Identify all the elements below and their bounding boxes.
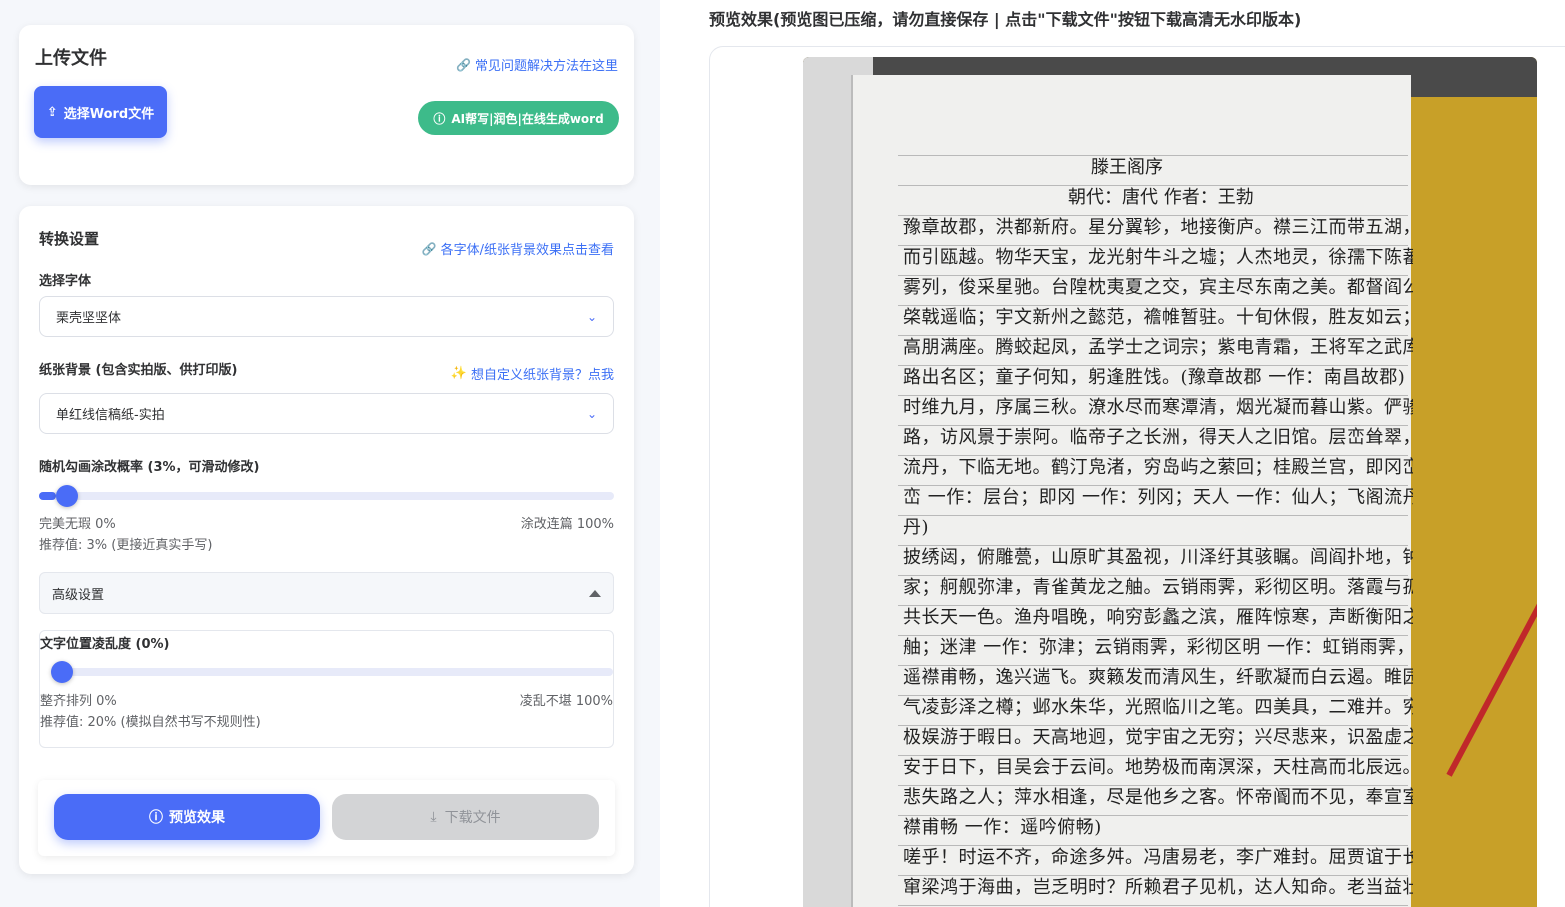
scribble-slider-thumb[interactable]	[55, 485, 78, 507]
messiness-min-label: 整齐排列 0%	[40, 694, 117, 709]
ai-write-button[interactable]: ⓘ AI帮写|润色|在线生成word	[418, 101, 619, 135]
handwritten-line: 悲失路之人；萍水相逢，尽是他乡之客。怀帝阍而不见，奉宣室以何年？(遥	[903, 787, 1413, 808]
messiness-recommend: 推荐值: 20% (模拟自然书写不规则性)	[40, 715, 261, 730]
upload-title: 上传文件	[35, 48, 107, 69]
photo-bookmark-cord	[1446, 597, 1537, 777]
messiness-slider[interactable]	[51, 661, 613, 683]
paper-label: 纸张背景 (包含实拍版、供打印版)	[39, 363, 238, 378]
handwritten-line: 遥襟甫畅，逸兴遄飞。爽籁发而清风生，纤歌凝而白云遏。睢园绿竹，	[903, 667, 1413, 688]
handwritten-line: 家；舸舰弥津，青雀黄龙之舳。云销雨霁，彩彻区明。落霞与孤鹜齐飞，秋水	[903, 577, 1413, 598]
ruled-line	[898, 905, 1408, 906]
handwritten-line: 豫章故郡，洪都新府。星分翼轸，地接衡庐。襟三江而带五湖，控蛮荆	[903, 217, 1413, 238]
paper-select-value: 单红线信稿纸-实拍	[56, 408, 165, 423]
download-button-label: 下载文件	[444, 810, 501, 826]
font-effect-link-label: 各字体/纸张背景效果点击查看	[440, 243, 614, 258]
handwritten-line: 时维九月，序属三秋。潦水尽而寒潭清，烟光凝而暮山紫。俨骖騑于上	[903, 397, 1413, 418]
download-icon: ⤓	[430, 809, 437, 825]
info-circle-icon: ⓘ	[149, 810, 163, 826]
scribble-slider[interactable]	[39, 485, 614, 507]
scribble-recommend: 推荐值: 3% (更接近真实手写)	[39, 538, 213, 553]
handwritten-line: 高朋满座。腾蛟起凤，孟学士之词宗；紫电青霜，王将军之武库。家君作宰，	[903, 337, 1413, 358]
advanced-settings-panel: 文字位置凌乱度 (0%) 整齐排列 0% 凌乱不堪 100% 推荐值: 20% …	[39, 630, 614, 748]
preview-title: 预览效果(预览图已压缩，请勿直接保存 | 点击"下载文件"按钮下载高清无水印版本…	[709, 10, 1302, 29]
handwritten-line: 襟甫畅 一作：遥吟俯畅)	[903, 817, 1102, 838]
handwritten-line: 雾列，俊采星驰。台隍枕夷夏之交，宾主尽东南之美。都督阎公之雅望，	[903, 277, 1413, 298]
font-select[interactable]: 栗壳坚坚体 ⌄	[39, 296, 614, 337]
font-label: 选择字体	[39, 274, 92, 289]
handwritten-line: 气凌彭泽之樽；邺水朱华，光照临川之笔。四美具，二难并。穷睇眄于中天，	[903, 697, 1413, 718]
caret-up-icon	[589, 589, 601, 597]
doc-title: 滕王阁序	[1091, 157, 1163, 178]
custom-paper-link-label: 想自定义纸张背景？点我	[470, 368, 614, 383]
handwritten-line: 路，访风景于崇阿。临帝子之长洲，得天人之旧馆。层峦耸翠，上出重霄；飞阁	[903, 427, 1413, 448]
handwritten-line: 流丹，下临无地。鹤汀凫渚，穷岛屿之萦回；桂殿兰宫，即冈峦之体势。(层	[903, 457, 1413, 478]
handwritten-line: 路出名区；童子何知，躬逢胜饯。(豫章故郡 一作：南昌故郡)	[903, 367, 1406, 388]
preview-frame: 滕王阁序 朝代：唐代 作者：王勃 豫章故郡，洪都新府。星分翼轸，地接衡庐。襟三江…	[709, 46, 1565, 907]
handwritten-line: 舳；迷津 一作：弥津；云销雨霁，彩彻区明 一作：虹销雨霁，彩彻云衢)	[903, 637, 1413, 658]
chevron-down-icon: ⌄	[586, 309, 597, 324]
preview-button[interactable]: ⓘ 预览效果	[54, 794, 320, 840]
advanced-settings-label: 高级设置	[52, 587, 105, 603]
messiness-slider-thumb[interactable]	[51, 661, 73, 683]
handwritten-line: 而引瓯越。物华天宝，龙光射牛斗之墟；人杰地灵，徐孺下陈蕃之榻。雄州	[903, 247, 1413, 268]
handwritten-line: 棨戟遥临；宇文新州之懿范，襜帷暂驻。十旬休假，胜友如云；千里逢迎，	[903, 307, 1413, 328]
scribble-slider-fill	[39, 492, 57, 500]
link-icon: 🔗	[456, 57, 471, 72]
download-button[interactable]: ⤓ 下载文件	[332, 794, 599, 840]
handwritten-line: 峦 一作：层台；即冈 一作：列冈；天人 一作：仙人；飞阁流丹 一作：飞阁翔	[903, 487, 1413, 508]
advanced-settings-toggle[interactable]: 高级设置	[39, 572, 614, 614]
paper-select[interactable]: 单红线信稿纸-实拍 ⌄	[39, 393, 614, 434]
link-icon: 🔗	[421, 241, 437, 256]
messiness-label: 文字位置凌乱度 (0%)	[40, 637, 170, 652]
scribble-max-label: 涂改连篇 100%	[520, 517, 614, 532]
scribble-min-label: 完美无瑕 0%	[39, 517, 116, 532]
faq-link[interactable]: 🔗 常见问题解决方法在这里	[456, 55, 618, 75]
font-effect-link[interactable]: 🔗 各字体/纸张背景效果点击查看	[421, 239, 614, 259]
help-circle-icon: ⓘ	[433, 111, 446, 126]
handwritten-line: 披绣闼，俯雕甍，山原旷其盈视，川泽纡其骇瞩。闾阎扑地，钟鸣鼎食之	[903, 547, 1413, 568]
handwritten-line: 极娱游于暇日。天高地迥，觉宇宙之无穷；兴尽悲来，识盈虚之有数。望长	[903, 727, 1413, 748]
ai-write-label: AI帮写|润色|在线生成word	[451, 111, 604, 126]
scribble-label: 随机勾画涂改概率 (3%，可滑动修改)	[39, 460, 260, 475]
custom-paper-link[interactable]: ✨ 想自定义纸张背景？点我	[451, 364, 614, 383]
upload-card: 上传文件 🔗 常见问题解决方法在这里 ⇪ 选择Word文件 ⓘ AI帮写|润色|…	[19, 25, 634, 185]
letter-paper: 滕王阁序 朝代：唐代 作者：王勃 豫章故郡，洪都新府。星分翼轸，地接衡庐。襟三江…	[851, 75, 1413, 907]
handwritten-line: 嗟乎！时运不齐，命途多舛。冯唐易老，李广难封。屈贾谊于长沙，非无圣主；	[903, 847, 1413, 868]
sparkle-icon: ✨	[450, 366, 467, 381]
faq-link-label: 常见问题解决方法在这里	[474, 59, 618, 74]
upload-icon: ⇪	[46, 104, 58, 120]
handwritten-line: 窜梁鸿于海曲，岂乏明时？所赖君子见机，达人知命。老当益壮，宁移白首之心？	[903, 877, 1413, 898]
font-select-value: 栗壳坚坚体	[56, 311, 122, 326]
chevron-down-icon: ⌄	[586, 406, 597, 421]
handwritten-line: 共长天一色。渔舟唱晚，响穷彭蠡之滨，雁阵惊寒，声断衡阳之浦。(轴 通：	[903, 607, 1413, 628]
handwritten-line: 安于日下，目吴会于云间。地势极而南溟深，天柱高而北辰远。关山难越，谁	[903, 757, 1413, 778]
doc-subtitle: 朝代：唐代 作者：王勃	[1068, 187, 1254, 208]
select-word-label: 选择Word文件	[63, 106, 155, 122]
messiness-max-label: 凌乱不堪 100%	[519, 694, 613, 709]
settings-card: 转换设置 🔗 各字体/纸张背景效果点击查看 选择字体 栗壳坚坚体 ⌄ 纸张背景 …	[19, 206, 634, 874]
action-bar: ⓘ 预览效果 ⤓ 下载文件	[38, 780, 615, 856]
preview-button-label: 预览效果	[169, 810, 225, 826]
handwriting-preview-image: 滕王阁序 朝代：唐代 作者：王勃 豫章故郡，洪都新府。星分翼轸，地接衡庐。襟三江…	[803, 57, 1537, 907]
settings-title: 转换设置	[39, 230, 100, 248]
handwritten-line: 丹)	[903, 517, 930, 538]
select-word-button[interactable]: ⇪ 选择Word文件	[34, 86, 167, 138]
